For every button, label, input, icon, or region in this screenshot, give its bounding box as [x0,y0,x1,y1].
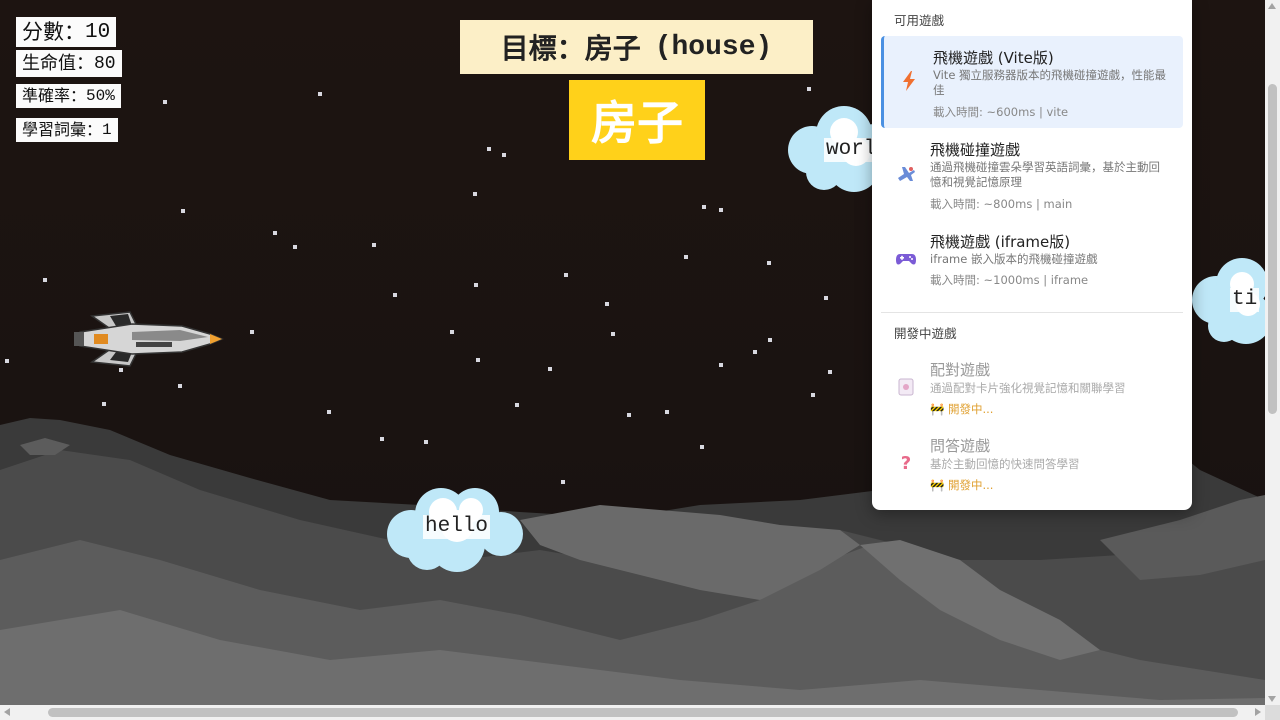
game-selector-dropdown: 可用遊戲 飛機遊戲 (Vite版) Vite 獨立服務器版本的飛機碰撞遊戲，性能… [872,0,1192,510]
menu-item-desc: 通過配對卡片強化視覺記憶和關聯學習 [930,381,1126,395]
menu-item-desc: Vite 獨立服務器版本的飛機碰撞遊戲，性能最佳 [933,68,1167,97]
score-label: 分數： [22,19,85,44]
score-display: 分數： 10 [16,17,117,47]
question-icon: ? [900,452,912,474]
target-label: 目標： [500,32,585,65]
menu-item-status: 🚧 開發中... [930,402,994,416]
scroll-up-icon[interactable] [1268,3,1276,9]
target-banner: 目標： 房子 (house) [460,20,813,74]
gamepad-icon [895,248,917,270]
horizontal-scroll-thumb[interactable] [48,708,1238,717]
vertical-scrollbar[interactable] [1265,0,1280,705]
menu-item-iframe-plane-game[interactable]: 飛機遊戲 (iframe版) iframe 嵌入版本的飛機碰撞遊戲 載入時間: … [881,222,1183,298]
lightning-icon [898,70,920,92]
menu-item-desc: 基於主動回憶的快速問答學習 [930,457,1080,471]
cloud-word: worl [824,138,879,162]
accuracy-display: 準確率： 50% [16,84,121,108]
menu-item-meta: 載入時間: ~600ms | vite [933,105,1069,119]
menu-item-vite-plane-game[interactable]: 飛機遊戲 (Vite版) Vite 獨立服務器版本的飛機碰撞遊戲，性能最佳 載入… [881,36,1183,128]
spaceship-icon [74,311,224,367]
score-value: 10 [85,20,111,44]
life-label: 生命值： [22,52,94,74]
vertical-scroll-thumb[interactable] [1268,84,1277,414]
scroll-right-icon[interactable] [1255,708,1261,716]
word-cloud[interactable]: hello [383,482,531,579]
cloud-word: ti [1230,288,1260,312]
menu-item-desc: 通過飛機碰撞雲朵學習英語詞彙，基於主動回憶和視覺記憶原理 [930,160,1160,189]
accuracy-value: 50% [86,87,115,105]
menu-item-meta: 載入時間: ~800ms | main [930,197,1073,211]
target-word-zh: 房子 [584,32,641,65]
menu-item-meta: 載入時間: ~1000ms | iframe [930,273,1089,287]
menu-item-desc: iframe 嵌入版本的飛機碰撞遊戲 [930,252,1098,266]
scroll-left-icon[interactable] [4,708,10,716]
life-value: 80 [94,53,116,74]
accuracy-label: 準確率： [22,86,87,105]
available-games-title: 可用遊戲 [894,13,945,28]
menu-item-title: 飛機碰撞遊戲 [930,141,1021,159]
menu-item-title: 飛機遊戲 (iframe版) [930,233,1071,251]
life-display: 生命值： 80 [16,50,122,77]
target-word-display: 房子 [569,80,705,160]
word-cloud[interactable]: ti [1190,256,1265,353]
menu-item-status: 🚧 開發中... [930,478,994,492]
target-word-en: (house) [654,31,773,63]
vocab-display: 學習詞彙： 1 [16,118,118,142]
menu-item-title: 問答遊戲 [930,437,991,455]
scrollbar-corner [1265,705,1280,720]
menu-item-quiz-game: ? 問答遊戲 基於主動回憶的快速問答學習 🚧 開發中... [881,426,1183,498]
card-icon [895,376,917,398]
cloud-word: hello [423,515,491,539]
menu-item-title: 配對遊戲 [930,361,991,379]
developing-games-title: 開發中遊戲 [894,326,957,341]
vocab-label: 學習詞彙： [22,120,103,139]
horizontal-scrollbar[interactable] [0,705,1265,720]
airplane-icon [895,163,917,185]
menu-item-matching-game: 配對遊戲 通過配對卡片強化視覺記憶和關聯學習 🚧 開發中... [881,350,1183,422]
word-cloud[interactable]: worl [784,104,894,201]
menu-item-plane-collision-game[interactable]: 飛機碰撞遊戲 通過飛機碰撞雲朵學習英語詞彙，基於主動回憶和視覺記憶原理 載入時間… [881,130,1183,220]
menu-divider [881,312,1183,313]
scroll-down-icon[interactable] [1268,696,1276,702]
vocab-value: 1 [102,121,112,139]
menu-item-title: 飛機遊戲 (Vite版) [933,49,1054,67]
